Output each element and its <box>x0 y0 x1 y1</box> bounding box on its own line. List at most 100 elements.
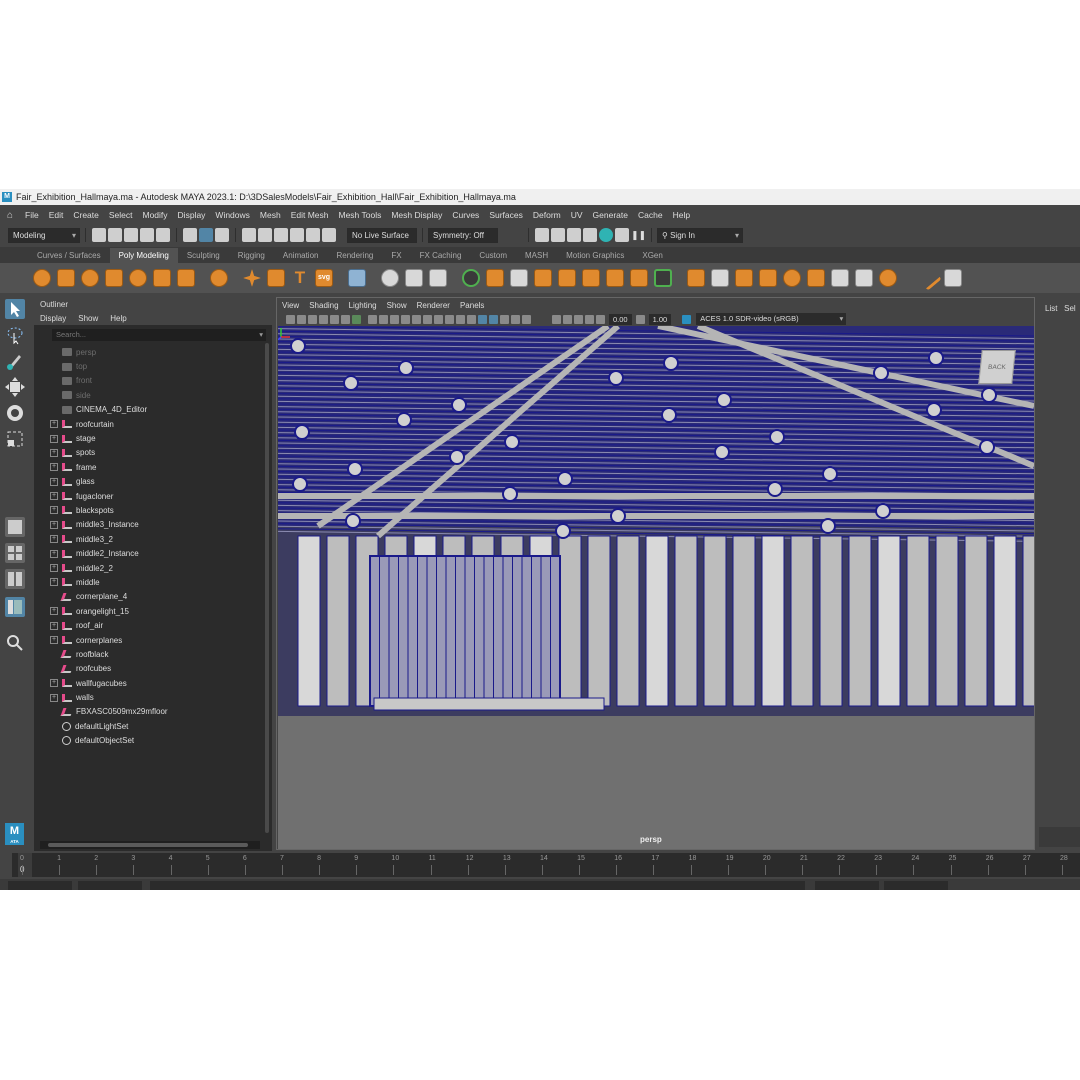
render-settings-icon[interactable] <box>583 228 597 242</box>
gamma-icon[interactable] <box>635 314 645 324</box>
outliner-item[interactable]: + fugacloner <box>34 489 272 503</box>
home-icon[interactable]: ⌂ <box>0 210 20 221</box>
menu-windows[interactable]: Windows <box>210 210 254 220</box>
outliner-item[interactable]: defaultObjectSet <box>34 734 272 748</box>
vp-menu-show[interactable]: Show <box>382 301 412 310</box>
move-tool-icon[interactable] <box>5 377 25 397</box>
expand-toggle-icon[interactable]: + <box>50 693 58 702</box>
poly-plane-icon[interactable] <box>153 269 171 287</box>
wedge-icon[interactable] <box>807 269 825 287</box>
menu-select[interactable]: Select <box>104 210 138 220</box>
outliner-search-input[interactable]: Search... ▾ <box>52 329 266 341</box>
outliner-item[interactable]: + middle3_Instance <box>34 518 272 532</box>
select-tool-icon[interactable] <box>5 299 25 319</box>
film-gate-icon[interactable] <box>319 314 328 324</box>
expand-toggle-icon[interactable]: + <box>50 535 58 544</box>
outliner-item[interactable]: front <box>34 374 272 388</box>
outliner-item[interactable]: + frame <box>34 460 272 474</box>
separate-icon[interactable] <box>486 269 504 287</box>
start-time-field[interactable] <box>8 881 72 890</box>
bevel-icon[interactable] <box>735 269 753 287</box>
tab-animation[interactable]: Animation <box>274 248 328 263</box>
isolate-select-icon[interactable] <box>478 314 487 324</box>
end-time-field[interactable] <box>884 881 948 890</box>
xray-icon[interactable] <box>489 314 498 324</box>
safe-action-icon[interactable] <box>352 314 361 324</box>
select-edge-loop-icon[interactable] <box>381 269 399 287</box>
outliner-item[interactable]: roofblack <box>34 647 272 661</box>
outliner-item[interactable]: top <box>34 359 272 373</box>
tab-rendering[interactable]: Rendering <box>327 248 382 263</box>
extract-icon[interactable] <box>582 269 600 287</box>
snap-projected-icon[interactable] <box>290 228 304 242</box>
3d-viewport[interactable]: BACK persp <box>278 326 1034 849</box>
poly-sphere-icon[interactable] <box>33 269 51 287</box>
outliner-item[interactable]: side <box>34 388 272 402</box>
gamma-toggle-icon[interactable] <box>585 314 594 324</box>
expand-toggle-icon[interactable]: + <box>50 492 58 501</box>
expand-toggle-icon[interactable]: + <box>50 463 58 472</box>
snap-curve-icon[interactable] <box>258 228 272 242</box>
tab-curves-surfaces[interactable]: Curves / Surfaces <box>28 248 110 263</box>
image-plane-icon[interactable] <box>308 314 317 324</box>
retopologize-icon[interactable] <box>654 269 672 287</box>
color-management-icon[interactable] <box>682 314 692 324</box>
flat-icon[interactable] <box>574 314 583 324</box>
range-bar[interactable] <box>150 881 805 890</box>
expand-toggle-icon[interactable]: + <box>50 636 58 644</box>
snap-view-icon[interactable] <box>306 228 320 242</box>
outliner-item[interactable]: + orangelight_15 <box>34 604 272 618</box>
outliner-item[interactable]: + middle3_2 <box>34 532 272 546</box>
menu-generate[interactable]: Generate <box>588 210 633 220</box>
expand-toggle-icon[interactable]: + <box>50 564 58 573</box>
rotate-tool-icon[interactable] <box>5 403 25 423</box>
smooth-icon[interactable] <box>510 269 528 287</box>
vp-menu-renderer[interactable]: Renderer <box>412 301 455 310</box>
uv-editor-icon[interactable] <box>348 269 366 287</box>
poly-cone-icon[interactable] <box>105 269 123 287</box>
outliner-item[interactable]: + spots <box>34 446 272 460</box>
xray-joints-icon[interactable] <box>500 314 509 324</box>
expand-toggle-icon[interactable]: + <box>50 477 58 486</box>
bridge-icon[interactable] <box>711 269 729 287</box>
lasso-tool-icon[interactable] <box>5 325 25 345</box>
tab-fx[interactable]: FX <box>382 248 410 263</box>
expand-toggle-icon[interactable]: + <box>50 506 58 515</box>
gate-mask-icon[interactable] <box>341 314 350 324</box>
time-slider[interactable]: 0 01234567891011121314151617181920212223… <box>0 853 1080 877</box>
menuset-dropdown[interactable]: Modeling ▾ <box>8 227 80 243</box>
expand-toggle-icon[interactable]: + <box>50 549 58 558</box>
outliner-item[interactable]: defaultLightSet <box>34 719 272 733</box>
ipr-render-icon[interactable] <box>567 228 581 242</box>
outliner-menu-show[interactable]: Show <box>72 314 104 323</box>
tab-motion-graphics[interactable]: Motion Graphics <box>557 248 633 263</box>
open-scene-icon[interactable] <box>108 228 122 242</box>
redo-icon[interactable] <box>156 228 170 242</box>
outliner-item[interactable]: + roofcurtain <box>34 417 272 431</box>
resolution-gate-icon[interactable] <box>330 314 339 324</box>
boolean-icon[interactable] <box>558 269 576 287</box>
default-material-icon[interactable] <box>401 314 410 324</box>
menu-curves[interactable]: Curves <box>447 210 484 220</box>
save-scene-icon[interactable] <box>124 228 138 242</box>
outliner-item[interactable]: + middle2_2 <box>34 561 272 575</box>
svg-icon[interactable]: svg <box>315 269 333 287</box>
bevel-edge-icon[interactable] <box>759 269 777 287</box>
platonic-solid-icon[interactable] <box>210 269 228 287</box>
outliner-item[interactable]: persp <box>34 345 272 359</box>
two-pane-layout-icon[interactable] <box>5 569 25 589</box>
mirror-icon[interactable] <box>534 269 552 287</box>
lights-icon[interactable] <box>423 314 432 324</box>
outliner-item[interactable]: CINEMA_4D_Editor <box>34 403 272 417</box>
menu-file[interactable]: File <box>20 210 44 220</box>
remesh-icon[interactable] <box>630 269 648 287</box>
new-scene-icon[interactable] <box>92 228 106 242</box>
outliner-item[interactable]: roofcubes <box>34 662 272 676</box>
range-start-field[interactable] <box>78 881 142 890</box>
outliner-item[interactable]: + walls <box>34 690 272 704</box>
hypershade-icon[interactable] <box>599 228 613 242</box>
menu-edit[interactable]: Edit <box>44 210 69 220</box>
hud-icon[interactable] <box>552 314 561 324</box>
tab-mash[interactable]: MASH <box>516 248 557 263</box>
sweep-mesh-icon[interactable] <box>267 269 285 287</box>
